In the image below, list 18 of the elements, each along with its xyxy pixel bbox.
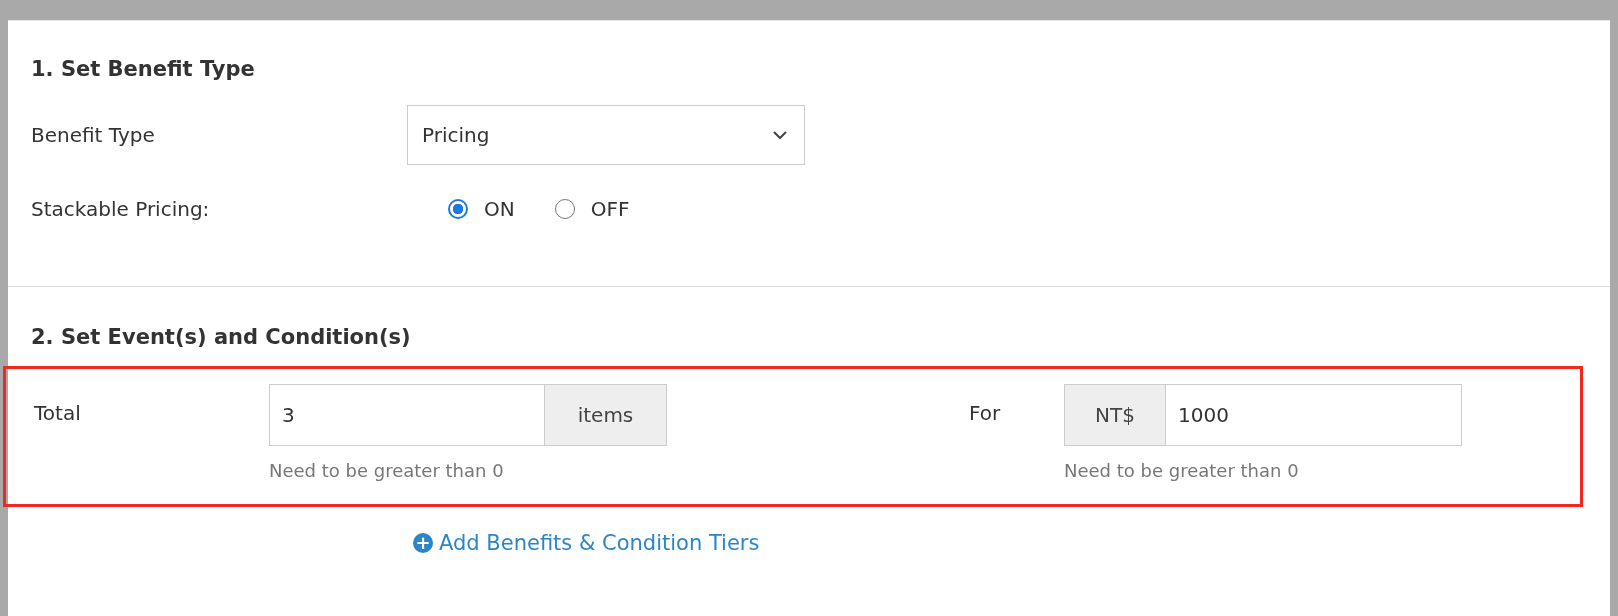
radio-option[interactable]: OFF — [554, 197, 630, 221]
section-heading: 2. Set Event(s) and Condition(s) — [31, 325, 412, 349]
quantity-field[interactable]: 3 — [269, 384, 545, 446]
add-tiers-link[interactable]: + Add Benefits & Condition Tiers — [413, 531, 760, 555]
help-text: Need to be greater than 0 — [269, 460, 505, 481]
chevron-down-icon — [772, 130, 788, 140]
section-heading: 1. Set Benefit Type — [31, 57, 256, 81]
currency-addon: NT$ — [1064, 384, 1166, 446]
unit-addon: items — [545, 384, 667, 446]
radio-option[interactable]: ON — [448, 197, 515, 221]
help-text: Need to be greater than 0 — [1064, 460, 1300, 481]
field-label: Benefit Type — [31, 123, 156, 147]
field-label: Stackable Pricing: — [31, 197, 211, 221]
benefit-type-select[interactable]: Pricing — [407, 105, 805, 165]
plus-circle-icon: + — [413, 533, 433, 553]
field-label: For — [969, 400, 1002, 427]
price-field[interactable]: 1000 — [1166, 384, 1462, 446]
field-label: Total — [34, 400, 82, 427]
